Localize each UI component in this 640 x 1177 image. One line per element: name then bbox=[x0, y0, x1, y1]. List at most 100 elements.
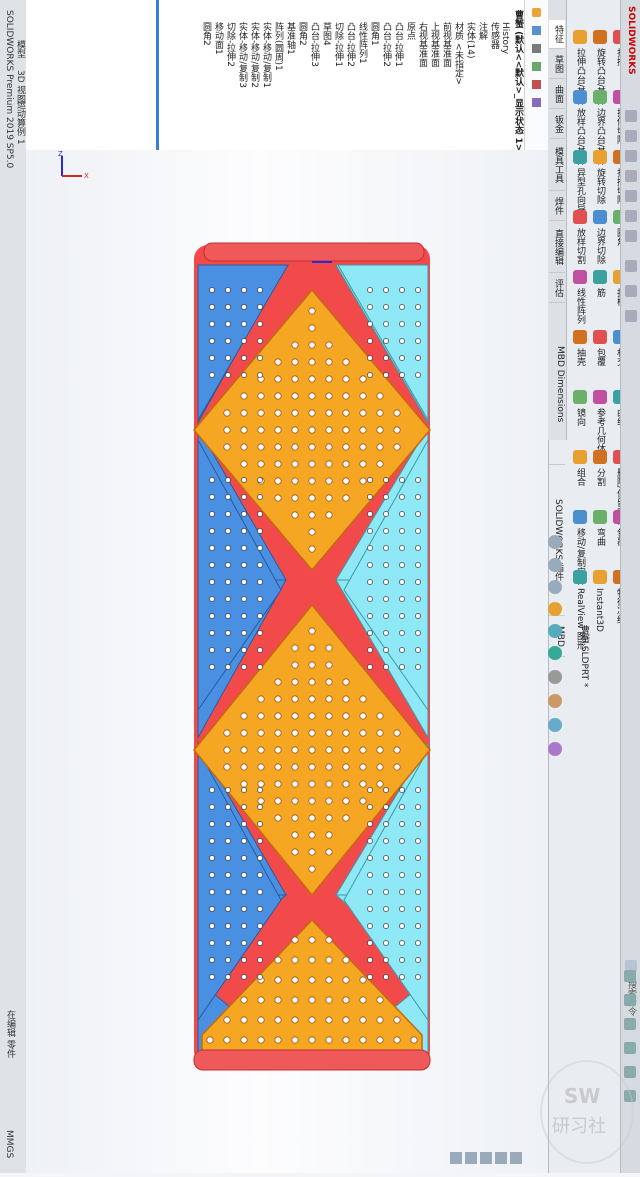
watermark-text-1: SW bbox=[564, 1084, 601, 1108]
command-button[interactable]: 线性阵列 bbox=[574, 288, 587, 324]
open-icon[interactable] bbox=[625, 150, 637, 162]
property-manager-icon[interactable] bbox=[532, 44, 541, 53]
feature-manager-icon[interactable] bbox=[532, 26, 541, 35]
print-icon[interactable] bbox=[625, 190, 637, 202]
tree-item[interactable]: 移动面1 bbox=[212, 22, 225, 55]
display-manager-icon[interactable] bbox=[532, 98, 541, 107]
options-icon[interactable] bbox=[625, 310, 637, 322]
command-button[interactable]: 异型孔向导 bbox=[574, 168, 587, 213]
home-icon[interactable] bbox=[625, 110, 637, 122]
tree-item[interactable]: 实体-移动/复制2 bbox=[248, 22, 261, 88]
command-button[interactable]: 抽壳 bbox=[574, 348, 587, 366]
tree-item[interactable]: 上视基准面 bbox=[428, 22, 441, 67]
config-manager-icon[interactable] bbox=[532, 62, 541, 71]
tree-item[interactable]: 实体-移动/复制1 bbox=[260, 22, 273, 88]
command-button[interactable]: 弯曲 bbox=[594, 528, 607, 546]
lofted-cut-icon bbox=[573, 210, 587, 224]
hole bbox=[376, 763, 384, 771]
ribbon-tab[interactable]: 特征 bbox=[549, 20, 565, 49]
apply-scene-icon[interactable] bbox=[548, 718, 562, 732]
tree-item[interactable]: 实体-移动/复制3 bbox=[236, 22, 249, 88]
filter-icon[interactable] bbox=[532, 8, 541, 17]
tree-item[interactable]: 右视基准面 bbox=[416, 22, 429, 67]
toolbar-icon[interactable] bbox=[495, 1152, 507, 1164]
toolbar-icon[interactable] bbox=[480, 1152, 492, 1164]
display-style-icon[interactable] bbox=[548, 646, 562, 660]
redo-icon[interactable] bbox=[625, 230, 637, 242]
appearances-icon[interactable] bbox=[624, 1066, 636, 1078]
command-button[interactable]: 包覆 bbox=[594, 348, 607, 366]
tree-item[interactable]: 凸台-拉伸2 bbox=[344, 22, 357, 67]
view-orientation-icon[interactable] bbox=[548, 624, 562, 638]
undo-icon[interactable] bbox=[625, 210, 637, 222]
ribbon-tab[interactable]: 草图 bbox=[549, 50, 565, 79]
status-units[interactable]: MMGS bbox=[4, 1130, 14, 1158]
resources-icon[interactable] bbox=[624, 970, 636, 982]
ribbon-tab[interactable]: 焊件 bbox=[549, 192, 565, 221]
ribbon-tab[interactable]: 钣金 bbox=[549, 110, 565, 139]
save-icon[interactable] bbox=[625, 170, 637, 182]
hole bbox=[383, 579, 389, 585]
tree-part-name[interactable]: 曹蟹 (默认<<默认>_显示状态 1>) bbox=[512, 10, 525, 155]
hole bbox=[241, 804, 247, 810]
zoom-area-icon[interactable] bbox=[548, 558, 562, 572]
ribbon-tab[interactable]: 模具工具 bbox=[549, 140, 565, 191]
tree-item[interactable]: History bbox=[500, 22, 510, 54]
view-settings-icon[interactable] bbox=[548, 742, 562, 756]
command-button[interactable]: 组合 bbox=[574, 468, 587, 486]
tree-item[interactable]: 凸台-拉伸3 bbox=[308, 22, 321, 67]
tree-item[interactable]: 切除-拉伸2 bbox=[224, 22, 237, 67]
tree-item[interactable]: 草图4 bbox=[320, 22, 333, 46]
command-button[interactable]: 参考几何体 bbox=[594, 408, 607, 453]
ribbon-tab[interactable]: 曲面 bbox=[549, 80, 565, 109]
tree-item[interactable]: 圆角1 bbox=[368, 22, 381, 46]
hole bbox=[291, 511, 299, 519]
dim-xpert-icon[interactable] bbox=[532, 80, 541, 89]
tree-item[interactable]: 圆角2 bbox=[296, 22, 309, 46]
tree-item[interactable]: 切除-拉伸1 bbox=[332, 22, 345, 67]
hole bbox=[359, 729, 367, 737]
ribbon-tab[interactable]: 评估 bbox=[549, 274, 565, 303]
hide-show-icon[interactable] bbox=[548, 670, 562, 684]
tree-item[interactable]: 原点 bbox=[404, 22, 417, 40]
command-button[interactable]: 边界切除 bbox=[594, 228, 607, 264]
tree-item[interactable]: 注解 bbox=[476, 22, 489, 40]
tree-item[interactable]: 传感器 bbox=[488, 22, 501, 49]
toolbar-icon[interactable] bbox=[510, 1152, 522, 1164]
hole bbox=[325, 426, 333, 434]
tree-item[interactable]: 前视基准面 bbox=[440, 22, 453, 67]
command-button[interactable]: 放样切割 bbox=[574, 228, 587, 264]
hole bbox=[257, 287, 263, 293]
ribbon-tab[interactable]: MBD Dimensions bbox=[549, 304, 565, 465]
zoom-to-fit-icon[interactable] bbox=[548, 535, 562, 549]
rebuild-icon[interactable] bbox=[625, 285, 637, 297]
section-view-icon[interactable] bbox=[548, 602, 562, 616]
tree-item[interactable]: 阵列(圆周)1 bbox=[272, 22, 285, 71]
file-explorer-icon[interactable] bbox=[624, 1018, 636, 1030]
design-library-icon[interactable] bbox=[624, 994, 636, 1006]
tree-item[interactable]: 基准轴1 bbox=[284, 22, 297, 55]
view-palette-icon[interactable] bbox=[624, 1042, 636, 1054]
toolbar-icon[interactable] bbox=[465, 1152, 477, 1164]
hole bbox=[383, 355, 389, 361]
graphics-viewport[interactable]: Z X bbox=[26, 150, 548, 1173]
tree-item[interactable]: 圆角2 bbox=[200, 22, 213, 46]
command-button[interactable]: 分割 bbox=[594, 468, 607, 486]
command-button[interactable]: Instant3D bbox=[594, 588, 604, 632]
tree-item[interactable]: 凸台-拉伸1 bbox=[392, 22, 405, 67]
command-button[interactable]: 旋转切除 bbox=[594, 168, 607, 204]
command-button[interactable]: 筋 bbox=[594, 288, 607, 297]
edit-appearance-icon[interactable] bbox=[548, 694, 562, 708]
ribbon-tab[interactable]: 直接编辑 bbox=[549, 222, 565, 273]
hole bbox=[241, 647, 247, 653]
previous-view-icon[interactable] bbox=[548, 580, 562, 594]
select-icon[interactable] bbox=[625, 260, 637, 272]
command-button[interactable]: 镜向 bbox=[574, 408, 587, 426]
tree-item[interactable]: 材质 <未指定> bbox=[452, 22, 465, 85]
tree-item[interactable]: 线性阵列1 bbox=[356, 22, 369, 64]
tree-item[interactable]: 实体(14) bbox=[464, 22, 477, 58]
new-icon[interactable] bbox=[625, 130, 637, 142]
tree-item[interactable]: 凸台-拉伸2 bbox=[380, 22, 393, 67]
rollback-bar[interactable] bbox=[156, 0, 159, 150]
toolbar-icon[interactable] bbox=[450, 1152, 462, 1164]
